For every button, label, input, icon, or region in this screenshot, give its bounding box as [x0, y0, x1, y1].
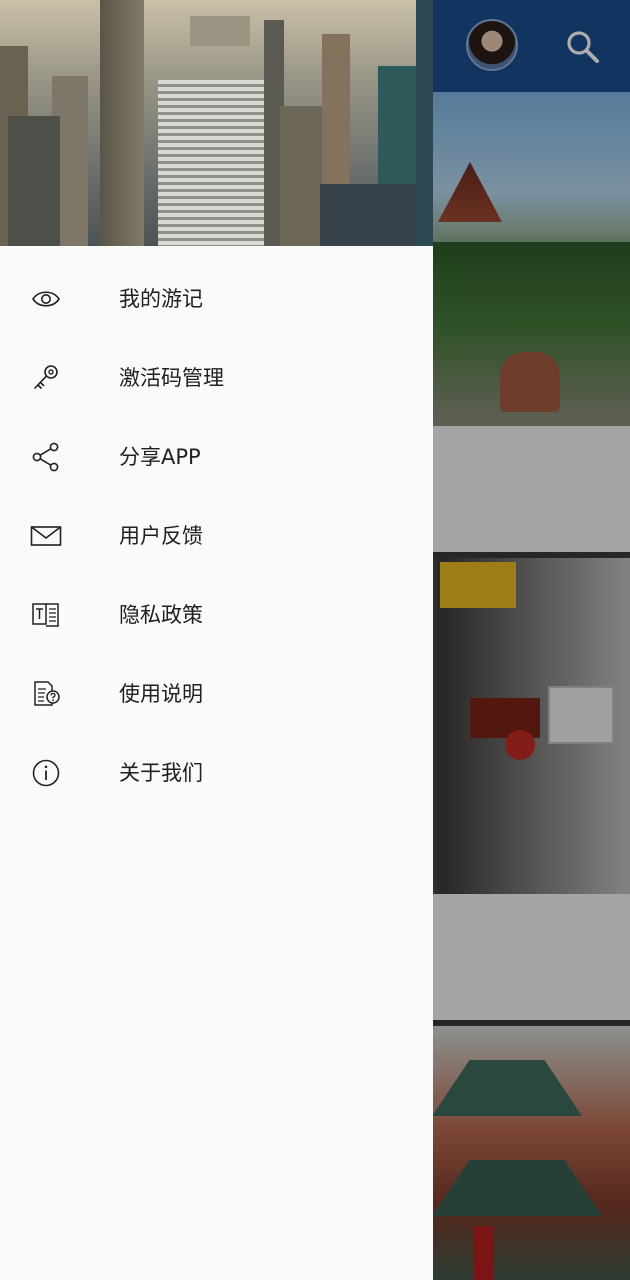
menu-label: 激活码管理: [119, 366, 224, 390]
menu-label: 隐私政策: [119, 603, 203, 627]
menu-item-instructions[interactable]: 使用说明: [0, 655, 433, 734]
menu-item-about-us[interactable]: 关于我们: [0, 734, 433, 813]
key-icon: [30, 363, 62, 393]
menu-label: 关于我们: [119, 761, 203, 785]
menu-item-share-app[interactable]: 分享APP: [0, 418, 433, 497]
navigation-drawer: 我的游记 激活码管理 分享APP 用户反馈 隐私政策 使用说明 关于我们: [0, 0, 433, 1280]
menu-label: 使用说明: [119, 682, 203, 706]
eye-icon: [30, 284, 62, 314]
menu-label: 分享APP: [119, 445, 201, 469]
menu-item-my-travels[interactable]: 我的游记: [0, 260, 433, 339]
share-icon: [30, 442, 62, 472]
help-document-icon: [30, 679, 62, 709]
menu-item-activation-codes[interactable]: 激活码管理: [0, 339, 433, 418]
menu-item-privacy-policy[interactable]: 隐私政策: [0, 576, 433, 655]
info-icon: [30, 758, 62, 788]
menu-label: 我的游记: [119, 287, 203, 311]
menu-label: 用户反馈: [119, 524, 203, 548]
document-icon: [30, 600, 62, 630]
mail-icon: [30, 521, 62, 551]
menu-item-feedback[interactable]: 用户反馈: [0, 497, 433, 576]
city-skyline-photo: [0, 0, 433, 246]
